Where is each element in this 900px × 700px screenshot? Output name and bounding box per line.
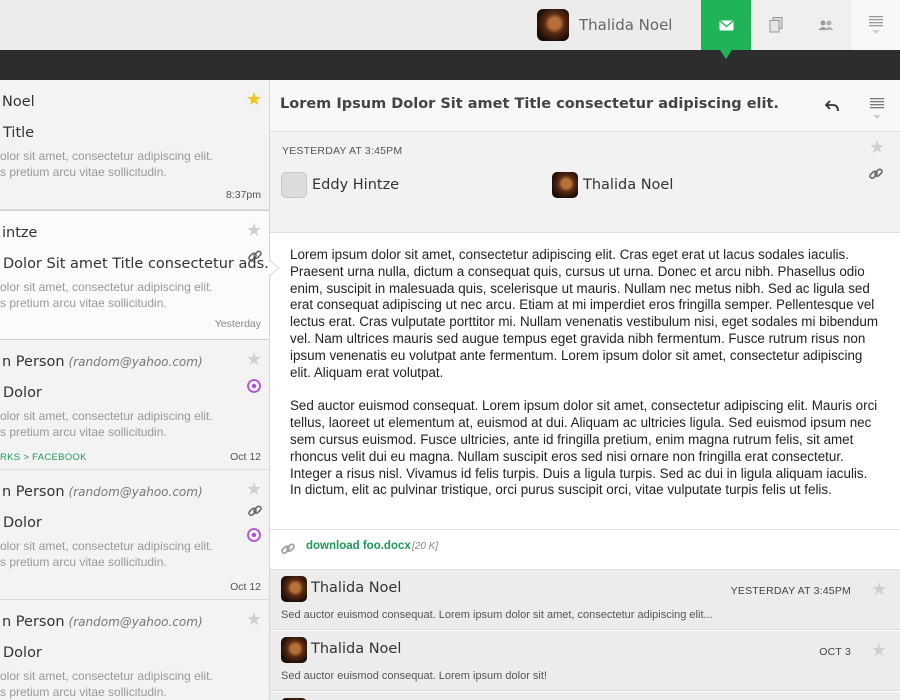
attachment-download-link[interactable]: download foo.docx — [306, 540, 411, 552]
message-snippet: olor sit amet, consectetur adipiscing el… — [0, 539, 213, 569]
star-icon[interactable]: ★ — [246, 350, 262, 368]
body-paragraph: Lorem ipsum dolor sit amet, consectetur … — [290, 247, 878, 380]
nav-documents-button[interactable] — [751, 0, 801, 50]
nav-mail-button[interactable] — [701, 0, 751, 59]
message-time: 8:37pm — [225, 189, 261, 201]
star-icon[interactable]: ★ — [246, 480, 262, 498]
link-icon — [248, 505, 262, 517]
reply-item[interactable]: Thalida Noel OCT 3 ★ Sed auctor euismod … — [270, 631, 900, 691]
message-tags[interactable]: RKS > FACEBOOK — [0, 452, 87, 463]
star-icon[interactable]: ★ — [871, 580, 887, 598]
sender-name: intze — [2, 225, 38, 241]
sender-contact[interactable]: Eddy Hintze — [281, 172, 399, 198]
message-snippet: olor sit amet, consectetur adipiscing el… — [0, 149, 213, 179]
mail-icon — [719, 19, 733, 30]
avatar-placeholder — [281, 172, 307, 198]
reply-snippet: Sed auctor euismod consequat. Lorem ipsu… — [281, 609, 713, 621]
detail-header: Lorem Ipsum Dolor Sit amet Title consect… — [270, 80, 900, 132]
label-marker-icon — [247, 528, 261, 542]
attachment-link-icon — [281, 543, 295, 555]
message-time: Oct 12 — [230, 451, 261, 463]
reply-snippet: Sed auctor euismod consequat. Lorem ipsu… — [281, 670, 547, 682]
message-snippet: olor sit amet, consectetur adipiscing el… — [0, 669, 213, 699]
top-bar: Thalida Noel — [0, 0, 900, 59]
message-date: YESTERDAY AT 3:45PM — [282, 145, 403, 157]
message-subject: Dolor — [3, 645, 42, 661]
list-item[interactable]: n Person (random@yahoo.com) ★ Dolor olor … — [0, 340, 269, 470]
star-icon[interactable]: ★ — [246, 90, 262, 108]
user-name: Thalida Noel — [579, 16, 673, 34]
message-time: Oct 12 — [230, 581, 261, 593]
attachment-row: download foo.docx [20 K] — [270, 529, 900, 570]
list-item[interactable]: Noel ★ Title olor sit amet, consectetur … — [0, 80, 269, 210]
message-body: Lorem ipsum dolor sit amet, consectetur … — [290, 247, 882, 499]
documents-icon — [769, 17, 783, 33]
reply-item[interactable]: Thalida Noel YESTERDAY AT 3:45PM ★ Sed a… — [270, 570, 900, 630]
message-subject: Title — [3, 125, 35, 141]
label-marker-icon — [247, 379, 261, 393]
message-snippet: olor sit amet, consectetur adipiscing el… — [0, 409, 213, 439]
reply-date: OCT 3 — [819, 646, 851, 658]
avatar — [552, 172, 578, 198]
reply-sender: Thalida Noel — [311, 641, 402, 657]
star-icon[interactable]: ★ — [246, 221, 262, 239]
reply-icon[interactable] — [825, 100, 839, 112]
message-subject: Dolor — [3, 515, 42, 531]
toolbar-strip — [0, 50, 900, 80]
message-time: Yesterday — [214, 318, 261, 330]
recipient-contact[interactable]: Thalida Noel — [552, 172, 673, 198]
contacts-icon — [818, 20, 834, 30]
link-icon[interactable] — [868, 166, 884, 182]
list-item[interactable]: n Person (random@yahoo.com) ★ Dolor olor … — [0, 470, 269, 600]
reply-date: YESTERDAY AT 3:45PM — [730, 585, 851, 597]
list-item[interactable]: n Person (random@yahoo.com) ★ Dolor olor … — [0, 600, 269, 700]
user-avatar — [537, 9, 569, 41]
message-menu-icon[interactable] — [869, 96, 885, 124]
reply-item[interactable] — [270, 692, 900, 700]
user-menu[interactable]: Thalida Noel — [537, 9, 672, 41]
avatar — [281, 637, 307, 663]
sender-name: n Person (random@yahoo.com) — [2, 614, 203, 630]
message-meta: YESTERDAY AT 3:45PM Eddy Hintze Thalida … — [270, 132, 900, 233]
message-list: Noel ★ Title olor sit amet, consectetur … — [0, 80, 270, 700]
reply-sender: Thalida Noel — [311, 580, 402, 596]
message-title: Lorem Ipsum Dolor Sit amet Title consect… — [280, 96, 779, 112]
star-icon[interactable]: ★ — [869, 138, 885, 156]
message-subject: Dolor — [3, 385, 42, 401]
selection-pointer — [269, 260, 280, 276]
nav-menu-button[interactable] — [851, 0, 900, 50]
list-item-selected[interactable]: intze ★ Dolor Sit amet Title consectetur… — [0, 210, 269, 340]
sender-name: n Person (random@yahoo.com) — [2, 354, 203, 370]
message-snippet: olor sit amet, consectetur adipiscing el… — [0, 280, 213, 310]
avatar — [281, 576, 307, 602]
message-detail: Lorem Ipsum Dolor Sit amet Title consect… — [269, 80, 900, 700]
sender-name: Noel — [2, 94, 35, 110]
body-paragraph: Sed auctor euismod consequat. Lorem ipsu… — [290, 398, 878, 498]
nav-contacts-button[interactable] — [801, 0, 851, 50]
attachment-size: [20 K] — [412, 541, 439, 552]
sender-name: n Person (random@yahoo.com) — [2, 484, 203, 500]
star-icon[interactable]: ★ — [871, 641, 887, 659]
menu-icon — [869, 16, 883, 34]
star-icon[interactable]: ★ — [246, 610, 262, 628]
message-subject: Dolor Sit amet Title consectetur ads... — [3, 256, 270, 272]
